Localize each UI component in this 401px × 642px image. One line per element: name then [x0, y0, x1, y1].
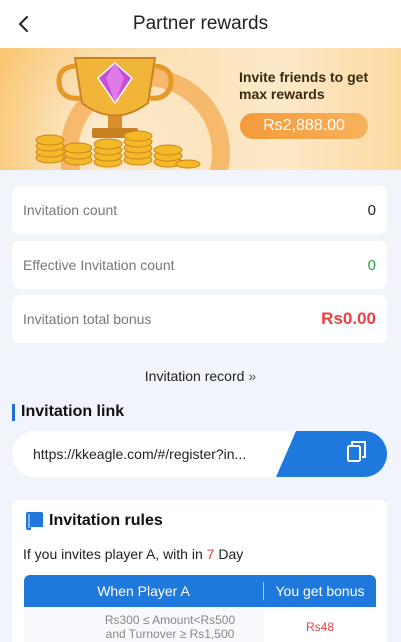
invitation-record-link[interactable]: Invitation record »	[0, 365, 401, 387]
book-icon	[26, 512, 43, 530]
rules-title: Invitation rules	[49, 512, 163, 529]
copy-button[interactable]	[276, 431, 387, 477]
stat-value: 0	[367, 201, 376, 219]
invitation-link-box: https://kkeagle.com/#/register?in...	[12, 431, 387, 477]
back-button[interactable]	[12, 12, 36, 36]
rules-table: When Player A You get bonus Rs300 ≤ Amou…	[24, 575, 376, 642]
effective-invitation-count-card: Effective Invitation count 0	[12, 241, 387, 289]
column-header-bonus: You get bonus	[275, 583, 365, 599]
invitation-total-bonus-card: Invitation total bonus Rs0.00	[12, 295, 387, 343]
banner-headline: Invite friends to get max rewards	[239, 69, 369, 102]
trophy-illustration	[35, 57, 201, 169]
max-reward-amount: Rs2,888.00	[240, 113, 368, 139]
stat-label: Effective Invitation count	[23, 257, 175, 273]
table-row: Rs300 ≤ Amount<Rs500 and Turnover ≥ Rs1,…	[24, 607, 376, 642]
row-spacer	[24, 607, 76, 642]
rules-desc-suffix: Day	[214, 546, 244, 562]
record-link-label: Invitation record	[144, 368, 245, 384]
double-chevron-right-icon: »	[248, 368, 257, 384]
back-arrow-icon	[18, 16, 28, 32]
rules-desc-prefix: If you invites player A, with in	[23, 546, 207, 562]
condition-line: and Turnover ≥ Rs1,500	[105, 627, 235, 641]
column-header-when: When Player A	[97, 583, 190, 599]
row-bonus: Rs48	[305, 620, 334, 634]
rules-heading: Invitation rules	[24, 510, 163, 532]
condition-line: Rs300 ≤ Amount<Rs500	[104, 613, 236, 627]
rewards-banner: Invite friends to get max rewards Rs2,88…	[0, 48, 401, 170]
invitation-link-heading: Invitation link	[12, 402, 124, 422]
rules-description: If you invites player A, with in 7 Day	[23, 546, 243, 562]
rules-table-header: When Player A You get bonus	[24, 575, 376, 607]
section-title: Invitation link	[21, 403, 125, 420]
section-accent-bar	[12, 403, 15, 421]
stat-label: Invitation count	[23, 202, 118, 218]
header-bar: Partner rewards	[0, 0, 401, 48]
row-condition: Rs300 ≤ Amount<Rs500 and Turnover ≥ Rs1,…	[76, 607, 264, 642]
invitation-count-card: Invitation count 0	[12, 186, 387, 234]
invitation-url[interactable]: https://kkeagle.com/#/register?in...	[33, 431, 273, 477]
invitation-rules-card: Invitation rules If you invites player A…	[12, 500, 387, 642]
stat-label: Invitation total bonus	[23, 311, 152, 327]
stat-value: 0	[367, 256, 376, 274]
stat-value: Rs0.00	[321, 309, 376, 328]
page-title: Partner rewards	[132, 13, 269, 34]
